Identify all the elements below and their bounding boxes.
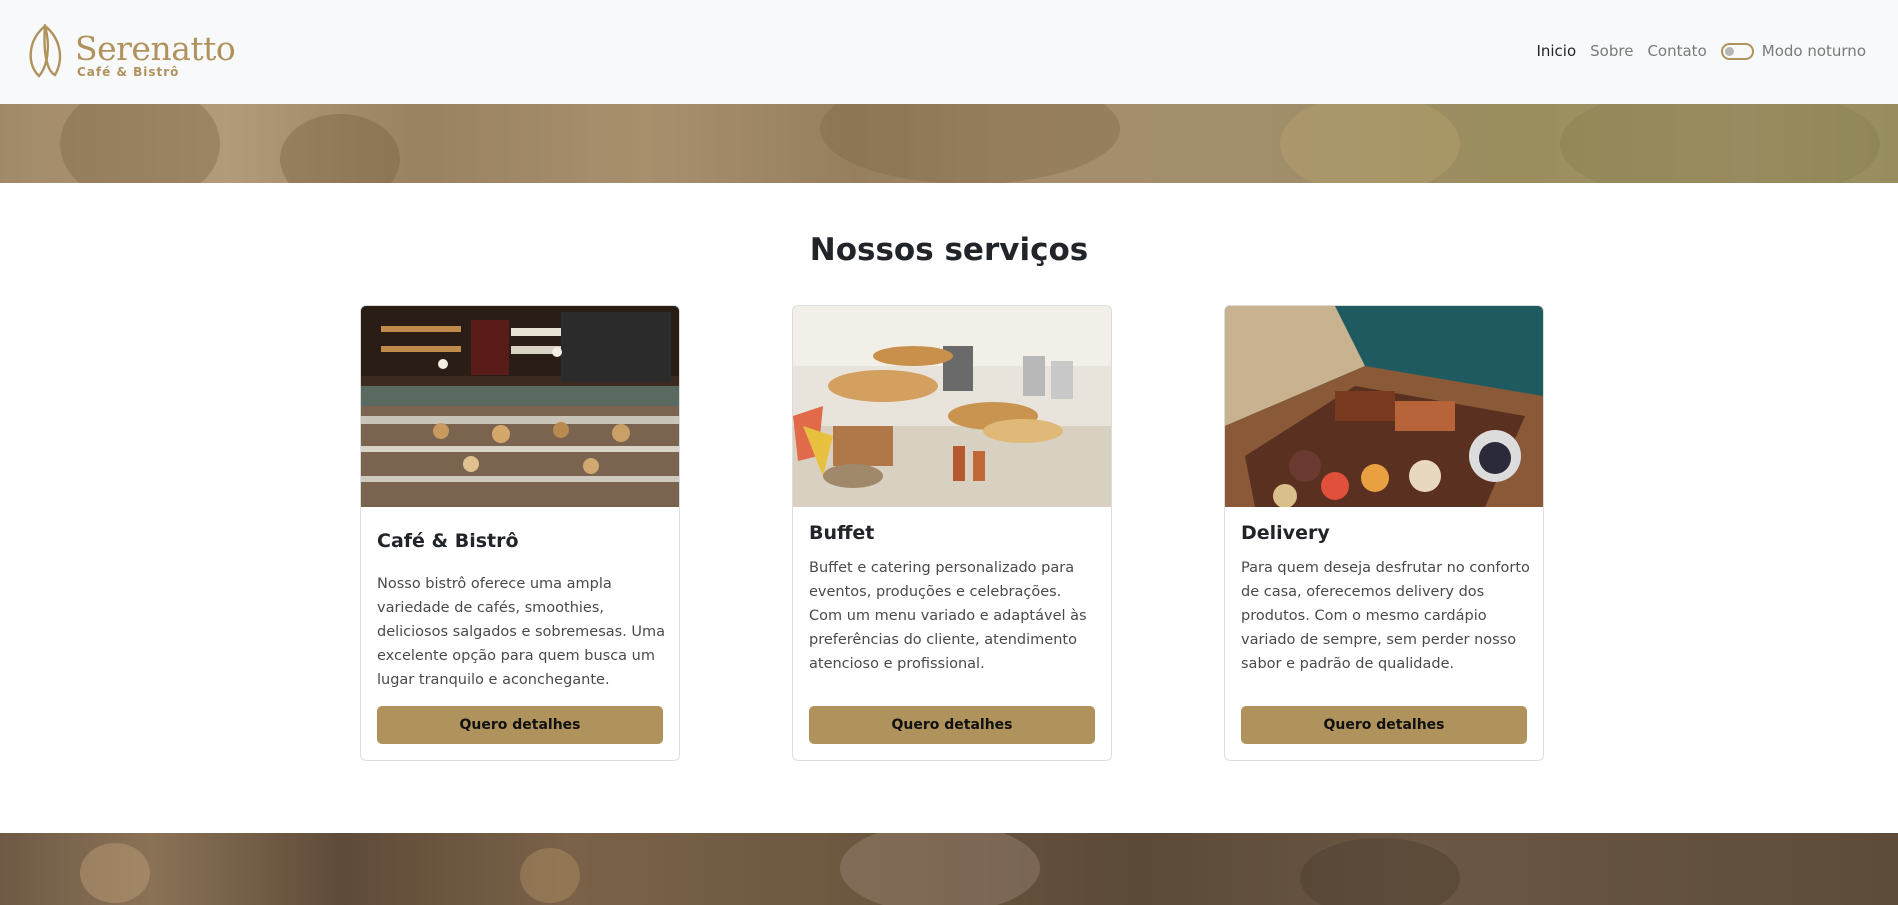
nav-link-contato[interactable]: Contato (1647, 42, 1706, 60)
brand-logo[interactable]: Serenatto Café & Bistrô (25, 23, 236, 81)
footer-banner-image (0, 833, 1898, 905)
nav-link-inicio[interactable]: Inicio (1536, 42, 1576, 60)
card-title: Café & Bistrô (377, 530, 519, 552)
delivery-box-image (1225, 306, 1543, 507)
details-button[interactable]: Quero detalhes (1241, 706, 1527, 744)
dark-mode-switch[interactable]: Modo noturno (1720, 42, 1866, 60)
card-description: Nosso bistrô oferece uma ampla variedade… (377, 576, 666, 688)
leaf-logo-icon (29, 23, 62, 78)
toggle-knob (1724, 46, 1734, 56)
card-title: Delivery (1241, 522, 1330, 544)
card-title: Buffet (809, 522, 875, 544)
service-card-cafe: Café & Bistrô Nosso bistrô oferece uma a… (360, 305, 680, 761)
card-description: Para quem deseja desfrutar no conforto d… (1241, 560, 1530, 672)
cafe-counter-image (361, 306, 679, 507)
dark-mode-label: Modo noturno (1761, 42, 1866, 60)
buffet-table-image (793, 306, 1111, 507)
brand-name: Serenatto (75, 29, 236, 68)
card-description: Buffet e catering personalizado para eve… (809, 560, 1087, 672)
service-card-buffet: Buffet Buffet e catering personalizado p… (792, 305, 1112, 761)
service-card-delivery: Delivery Para quem deseja desfrutar no c… (1224, 305, 1544, 761)
site-header: Serenatto Café & Bistrô Inicio Sobre Con… (0, 0, 1898, 104)
brand-tagline: Café & Bistrô (77, 65, 180, 79)
details-button[interactable]: Quero detalhes (809, 706, 1095, 744)
section-title: Nossos serviços (809, 232, 1089, 268)
main-nav: Inicio Sobre Contato Modo noturno (1536, 40, 1866, 62)
details-button[interactable]: Quero detalhes (377, 706, 663, 744)
hero-banner-image (0, 104, 1898, 183)
nav-link-sobre[interactable]: Sobre (1590, 42, 1633, 60)
dark-mode-toggle[interactable] (1720, 42, 1754, 60)
